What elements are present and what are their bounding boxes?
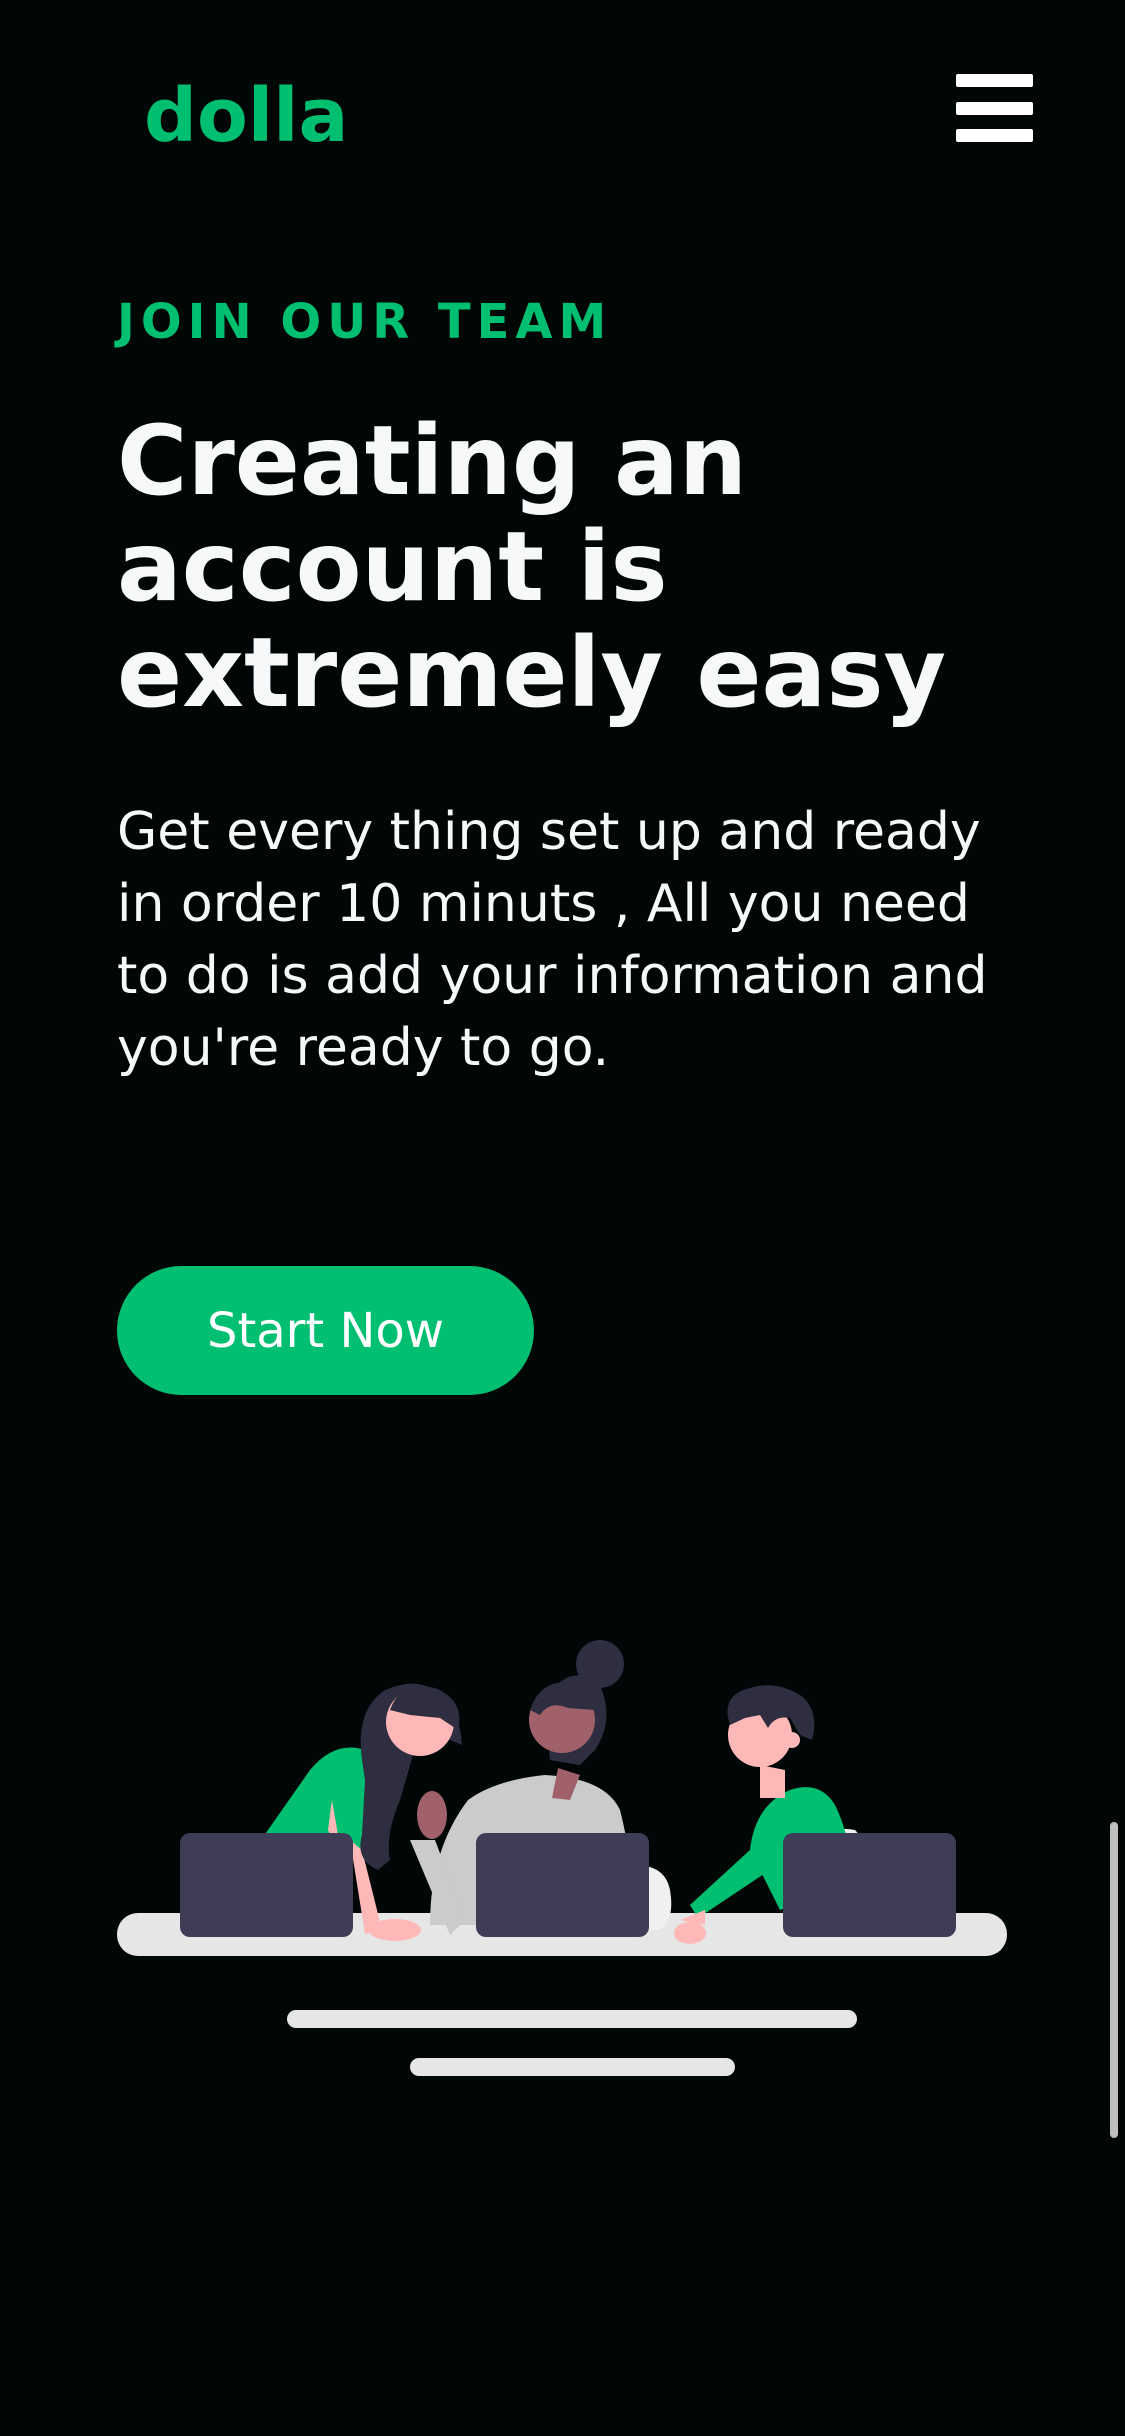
team-illustration: [117, 1640, 1007, 2076]
laptop-middle: [476, 1833, 649, 1937]
laptop-left: [180, 1833, 353, 1937]
hero-heading: Creating an account is extremely easy: [117, 405, 947, 729]
brand-logo[interactable]: dolla: [144, 72, 348, 161]
menu-bar-middle: [956, 102, 1033, 115]
laptop-right: [783, 1833, 956, 1937]
floor-line-short: [410, 2058, 735, 2076]
menu-bar-top: [956, 74, 1033, 87]
hero-description: Get every thing set up and ready in orde…: [117, 802, 988, 1078]
menu-bar-bottom: [956, 129, 1033, 142]
floor-line-long: [287, 2010, 857, 2028]
hamburger-menu-icon[interactable]: [956, 74, 1033, 142]
start-now-button[interactable]: Start Now: [117, 1266, 534, 1395]
section-topline: JOIN OUR TEAM: [117, 294, 613, 350]
page-scrollbar[interactable]: [1110, 1822, 1118, 2138]
